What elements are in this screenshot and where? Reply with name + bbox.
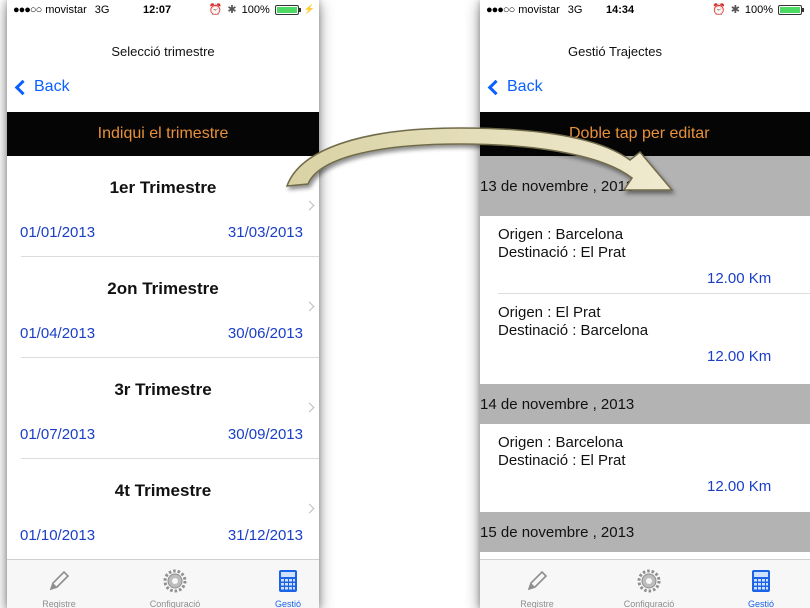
tab-gestio[interactable]: Gestió <box>716 560 806 608</box>
trip-row[interactable]: Origen : Barcelona Destinació : El Prat … <box>480 424 810 500</box>
calculator-icon <box>279 570 297 592</box>
battery-icon <box>778 4 805 15</box>
tab-label: Gestió <box>747 599 774 608</box>
back-button[interactable]: Back <box>14 78 70 96</box>
tab-bar: Registre Configuració Gestió <box>7 559 319 608</box>
edit-hint-text: Doble tap per editar <box>569 125 710 142</box>
battery-percent: 100% <box>241 3 270 16</box>
tab-label: Configuració <box>149 599 201 608</box>
tab-label: Gestió <box>274 599 301 608</box>
status-time: 14:34 <box>606 4 635 16</box>
trip-distance: 12.00 Km <box>707 270 772 287</box>
tab-configuracio[interactable]: Configuració <box>130 560 220 608</box>
nav-title: Selecció trimestre <box>111 44 215 59</box>
nav-title: Gestió Trajectes <box>568 44 662 59</box>
gear-icon <box>637 569 661 593</box>
back-button[interactable]: Back <box>487 78 543 96</box>
battery-icon <box>274 4 301 15</box>
quarter-prompt-text: Indiqui el trimestre <box>97 125 229 142</box>
network-type: 3G <box>567 4 583 16</box>
section-date: 15 de novembre , 2013 <box>480 523 635 541</box>
trip-row[interactable]: Origen : El Prat Destinació : Barcelona … <box>480 294 810 372</box>
quarter-row-2[interactable]: 2on Trimestre 01/04/2013 30/06/2013 <box>7 257 319 358</box>
quarter-title: 4t Trimestre <box>114 481 212 500</box>
tab-registre[interactable]: Registre <box>14 560 104 608</box>
quarter-prompt-header: Indiqui el trimestre <box>7 112 319 156</box>
tab-configuracio[interactable]: Configuració <box>604 560 694 608</box>
bluetooth-icon: ✱ <box>730 4 740 16</box>
back-label: Back <box>507 78 543 95</box>
calculator-icon <box>752 570 770 592</box>
section-date: 13 de novembre , 2013 <box>480 177 635 195</box>
alarm-icon: ⏰ <box>712 4 726 16</box>
bluetooth-icon: ✱ <box>227 4 237 16</box>
quarter-end-date: 31/03/2013 <box>227 224 303 241</box>
quarter-end-date: 30/06/2013 <box>227 325 303 342</box>
status-bar: ●●●○○ movistar 3G 14:34 ⏰ ✱ 100% <box>480 0 810 20</box>
date-section-header: 13 de novembre , 2013 <box>480 156 810 216</box>
phone-screen-trip-management: ●●●○○ movistar 3G 14:34 ⏰ ✱ 100% Gestió Tr… <box>480 0 810 608</box>
quarter-row-1[interactable]: 1er Trimestre 01/01/2013 31/03/2013 <box>7 156 319 257</box>
trip-row[interactable]: Origen : Barcelona Destinació : El Prat … <box>480 216 810 294</box>
gear-icon <box>163 569 187 593</box>
tab-label: Registre <box>520 599 554 608</box>
quarter-end-date: 30/09/2013 <box>227 426 303 443</box>
trip-destination: Destinació : El Prat <box>498 452 626 469</box>
quarter-row-4[interactable]: 4t Trimestre 01/10/2013 31/12/2013 <box>7 459 319 560</box>
status-right-group: ⏰ ✱ 100% <box>712 3 805 16</box>
chevron-left-icon <box>487 79 504 95</box>
tab-bar: Registre Configuració Gestió <box>480 559 810 608</box>
back-label: Back <box>34 78 70 95</box>
status-time: 12:07 <box>143 4 172 16</box>
carrier-name: movistar <box>45 4 87 16</box>
chevron-left-icon <box>14 79 31 95</box>
chevron-right-icon <box>304 402 315 413</box>
trip-destination: Destinació : Barcelona <box>498 322 649 339</box>
chevron-right-icon <box>304 200 315 211</box>
edit-hint-header: Doble tap per editar <box>480 112 810 156</box>
quarter-title: 1er Trimestre <box>109 178 217 197</box>
carrier-indicator: ●●●○○ movistar 3G <box>13 4 109 16</box>
status-bar: ●●●○○ movistar 3G 12:07 ⏰ ✱ 100% ⚡ <box>7 0 319 20</box>
chevron-right-icon <box>304 503 315 514</box>
quarter-start-date: 01/01/2013 <box>20 224 96 241</box>
quarter-start-date: 01/04/2013 <box>20 325 96 342</box>
trip-distance: 12.00 Km <box>707 348 772 365</box>
phone-screen-quarter-selection: ●●●○○ movistar 3G 12:07 ⏰ ✱ 100% ⚡ Selecci… <box>7 0 319 608</box>
carrier-name: movistar <box>518 4 560 16</box>
trip-destination: Destinació : El Prat <box>498 244 626 261</box>
tab-label: Configuració <box>623 599 675 608</box>
trip-origin: Origen : Barcelona <box>498 434 624 451</box>
quarter-start-date: 01/10/2013 <box>20 527 96 544</box>
pencil-icon <box>49 570 70 591</box>
chevron-right-icon <box>304 301 315 312</box>
charging-icon: ⚡ <box>303 4 315 14</box>
quarter-row-3[interactable]: 3r Trimestre 01/07/2013 30/09/2013 <box>7 358 319 459</box>
trip-origin: Origen : El Prat <box>498 304 601 321</box>
tab-registre[interactable]: Registre <box>492 560 582 608</box>
trip-origin: Origen : Barcelona <box>498 226 624 243</box>
quarter-end-date: 31/12/2013 <box>227 527 303 544</box>
quarter-title: 3r Trimestre <box>114 380 212 399</box>
status-right-group: ⏰ ✱ 100% ⚡ <box>208 3 315 17</box>
network-type: 3G <box>94 4 110 16</box>
section-date: 14 de novembre , 2013 <box>480 395 635 413</box>
battery-percent: 100% <box>744 3 774 16</box>
quarter-start-date: 01/07/2013 <box>20 426 96 443</box>
tab-label: Registre <box>42 599 76 608</box>
alarm-icon: ⏰ <box>208 4 223 16</box>
pencil-icon <box>527 570 548 591</box>
trip-distance: 12.00 Km <box>707 478 772 495</box>
carrier-indicator: ●●●○○ movistar 3G <box>486 4 582 16</box>
signal-dots-icon: ●●●○○ <box>486 4 515 16</box>
signal-dots-icon: ●●●○○ <box>13 4 42 16</box>
date-section-header: 15 de novembre , 2013 <box>480 512 810 552</box>
date-section-header: 14 de novembre , 2013 <box>480 384 810 424</box>
quarter-title: 2on Trimestre <box>107 279 219 298</box>
tab-gestio[interactable]: Gestió <box>243 560 319 608</box>
